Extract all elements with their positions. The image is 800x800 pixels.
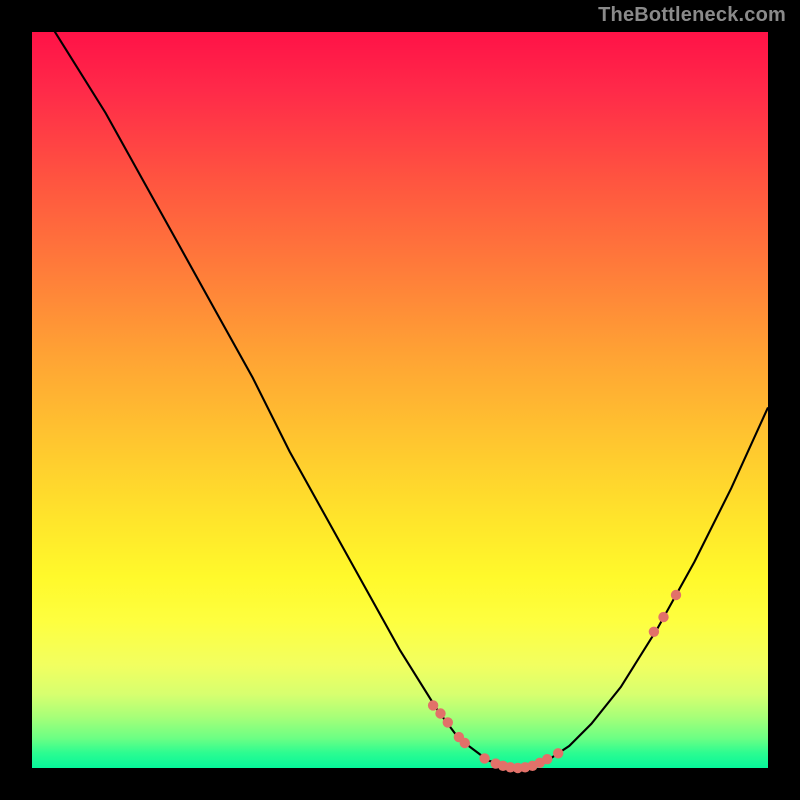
curve-marker (542, 754, 552, 764)
plot-area (32, 32, 768, 768)
curve-marker (479, 753, 489, 763)
curve-marker (671, 590, 681, 600)
curve-marker (649, 627, 659, 637)
curve-marker (553, 748, 563, 758)
curve-marker (443, 717, 453, 727)
bottleneck-curve (32, 0, 768, 768)
curve-marker (435, 708, 445, 718)
chart-frame: TheBottleneck.com (0, 0, 800, 800)
curve-marker (428, 700, 438, 710)
curve-svg (32, 32, 768, 768)
attribution-label: TheBottleneck.com (598, 4, 786, 27)
curve-marker (658, 612, 668, 622)
curve-markers (428, 590, 681, 773)
curve-marker (460, 738, 470, 748)
